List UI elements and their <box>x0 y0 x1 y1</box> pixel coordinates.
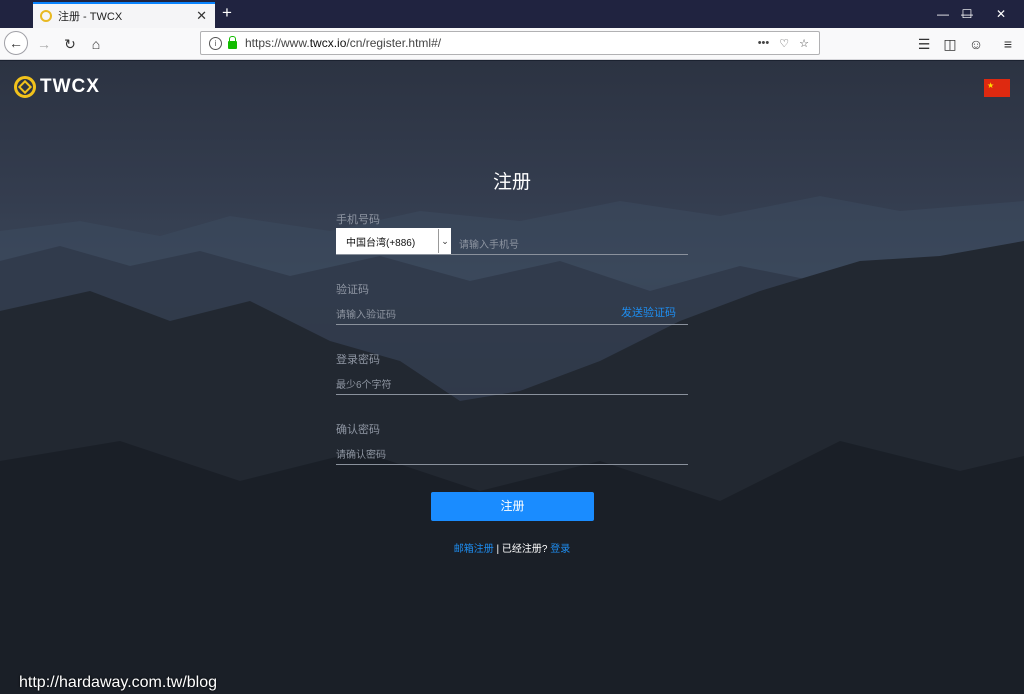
email-register-link[interactable]: 邮箱注册 <box>454 544 494 555</box>
tab-title: 注册 - TWCX <box>58 11 123 23</box>
close-tab-icon[interactable]: ✕ <box>196 8 207 24</box>
phone-input[interactable]: 请输入手机号 <box>459 236 519 251</box>
pocket-icon[interactable]: ♡ <box>779 37 789 50</box>
secure-lock-icon <box>228 36 237 49</box>
logo-icon <box>14 76 36 98</box>
bookmark-star-icon[interactable]: ☆ <box>799 37 809 50</box>
browser-tab[interactable]: 注册 - TWCX ✕ <box>33 2 215 28</box>
close-window-button[interactable]: ✕ <box>978 0 1024 28</box>
confirm-password-underline <box>336 464 688 465</box>
register-button[interactable]: 注册 <box>431 492 594 521</box>
password-input[interactable]: 最少6个字符 <box>336 376 392 391</box>
send-code-link[interactable]: 发送验证码 <box>621 304 676 320</box>
password-label: 登录密码 <box>336 354 380 366</box>
page-actions-icon[interactable]: ••• <box>758 37 770 49</box>
code-underline <box>336 324 688 325</box>
country-code-value: 中国台湾(+886) <box>346 237 416 249</box>
reload-icon[interactable]: ↻ <box>58 32 82 56</box>
already-registered-text: 已经注册? <box>501 544 548 555</box>
page-content: TWCX ★ 注册 手机号码 中国台湾(+886) ⌄ 请输入手机号 验证码 请… <box>0 61 1024 694</box>
home-icon[interactable]: ⌂ <box>84 32 108 56</box>
menu-icon[interactable]: ≡ <box>996 32 1020 56</box>
china-flag-icon[interactable]: ★ <box>984 79 1010 97</box>
mountain-background <box>0 196 1024 694</box>
phone-label: 手机号码 <box>336 214 380 226</box>
browser-navbar: ← → ↻ ⌂ i https://www.twcx.io/cn/registe… <box>0 28 1024 60</box>
code-input[interactable]: 请输入验证码 <box>336 306 396 321</box>
chevron-down-icon: ⌄ <box>438 229 451 253</box>
new-tab-button[interactable]: + <box>222 4 232 22</box>
footer-links: 邮箱注册 | 已经注册? 登录 <box>0 540 1024 555</box>
browser-titlebar: 注册 - TWCX ✕ + — — ☐ ✕ <box>0 0 1024 28</box>
page-title: 注册 <box>492 172 531 193</box>
confirm-password-label: 确认密码 <box>336 424 380 436</box>
site-favicon-icon <box>40 10 52 22</box>
url-text[interactable]: https://www.twcx.io/cn/register.html#/ <box>245 36 758 50</box>
login-link[interactable]: 登录 <box>550 544 570 555</box>
country-code-select[interactable]: 中国台湾(+886) ⌄ <box>336 228 451 254</box>
forward-arrow-icon[interactable]: → <box>32 32 56 56</box>
password-underline <box>336 394 688 395</box>
site-logo[interactable]: TWCX <box>14 76 100 98</box>
watermark-text: http://hardaway.com.tw/blog <box>19 674 218 691</box>
phone-underline <box>336 254 688 255</box>
account-icon[interactable]: ☺ <box>964 32 988 56</box>
confirm-password-input[interactable]: 请确认密码 <box>336 446 386 461</box>
sidebar-icon[interactable]: ◫ <box>938 32 962 56</box>
library-icon[interactable]: ☰ <box>912 32 936 56</box>
code-label: 验证码 <box>336 284 369 296</box>
page-info-icon[interactable]: i <box>209 36 222 50</box>
url-bar[interactable]: i https://www.twcx.io/cn/register.html#/… <box>200 31 820 55</box>
link-separator: | <box>493 544 502 555</box>
logo-text: TWCX <box>40 76 100 97</box>
back-arrow-icon[interactable]: ← <box>4 31 28 55</box>
